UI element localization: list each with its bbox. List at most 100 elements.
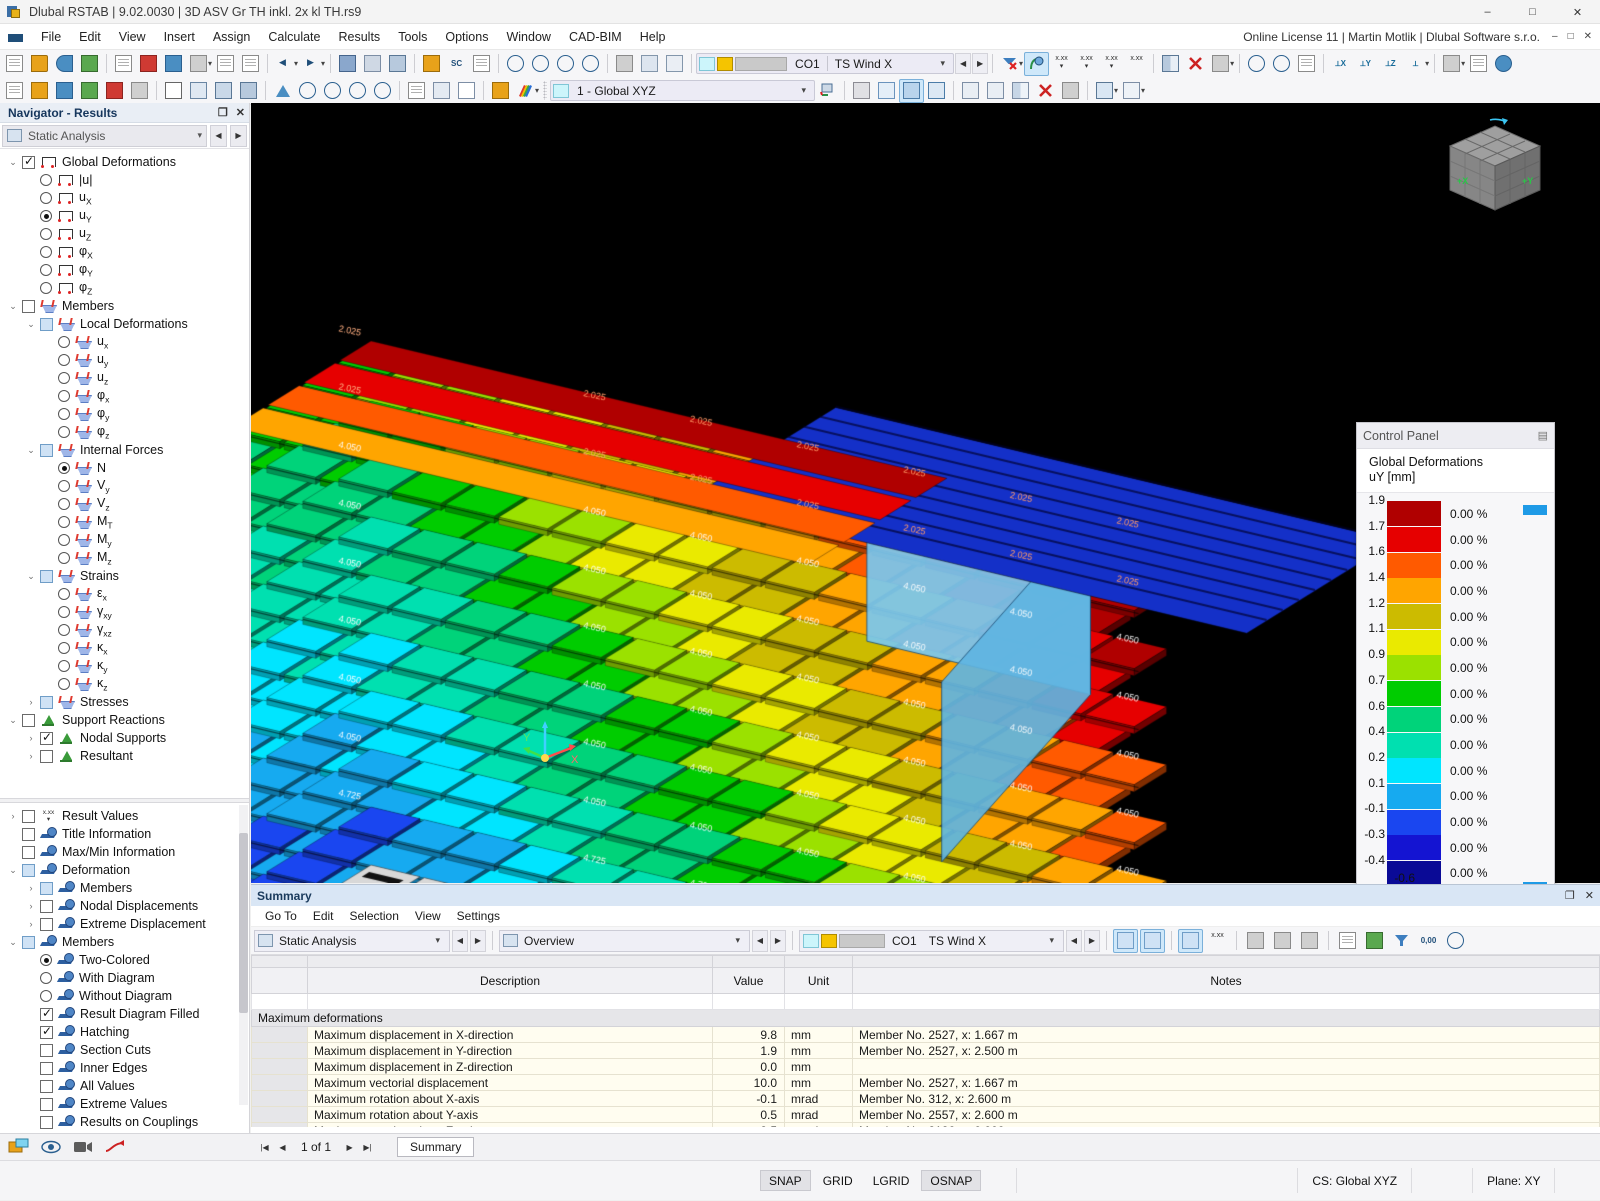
maximize-button[interactable]: □: [1510, 0, 1555, 24]
tree-item-x[interactable]: φx: [0, 387, 249, 405]
legend-row[interactable]: 0.2 0.00 %: [1368, 750, 1507, 784]
chevron-right-icon[interactable]: ›: [22, 751, 40, 761]
navigator-tree-display[interactable]: › x.xx ▾ Result Values Title Information Max/…: [0, 803, 249, 1131]
legend-color-swatch[interactable]: [1387, 604, 1441, 630]
radio-button[interactable]: [40, 174, 52, 186]
open-file-icon[interactable]: [27, 52, 52, 76]
summary-values-icon[interactable]: x.xx: [1205, 929, 1230, 953]
checkbox[interactable]: [40, 1061, 53, 1075]
display-item-with-diagram[interactable]: With Diagram: [0, 969, 249, 987]
menu-assign[interactable]: Assign: [204, 26, 260, 48]
control-panel-pin-icon[interactable]: ▤: [1538, 429, 1548, 442]
solid-view-icon[interactable]: [385, 52, 410, 76]
radio-button[interactable]: [40, 210, 52, 222]
radio-button[interactable]: [58, 642, 70, 654]
menu-options[interactable]: Options: [436, 26, 497, 48]
rotate-icon[interactable]: [983, 79, 1008, 103]
tree-item-local-deformations[interactable]: ⌄ Local Deformations: [0, 315, 249, 333]
summary-filter2-icon[interactable]: [1389, 929, 1414, 953]
summary-view-prev-button[interactable]: ◀: [752, 929, 768, 952]
visibility-icon[interactable]: [612, 52, 637, 76]
display-item-max-min-information[interactable]: Max/Min Information: [0, 843, 249, 861]
legend-row[interactable]: 0.4 0.00 %: [1368, 724, 1507, 758]
animation-icon[interactable]: [69, 1136, 97, 1158]
checkbox[interactable]: [22, 299, 35, 313]
load-case-next-button[interactable]: ▶: [972, 53, 989, 74]
navigator-scrollbar[interactable]: [239, 805, 248, 1105]
radio-button[interactable]: [58, 336, 70, 348]
work-plane-icon[interactable]: [849, 79, 874, 103]
radio-button[interactable]: [58, 678, 70, 690]
menu-help[interactable]: Help: [631, 26, 675, 48]
legend-row[interactable]: 0.7 0.00 %: [1368, 673, 1507, 707]
display-item-hatching[interactable]: Hatching: [0, 1023, 249, 1041]
mirror-icon[interactable]: [1158, 52, 1183, 76]
load-combination-icon[interactable]: [127, 79, 152, 103]
orbit-icon[interactable]: [345, 79, 370, 103]
tree-item-x[interactable]: εx: [0, 585, 249, 603]
legend-row[interactable]: 0.1 0.00 %: [1368, 776, 1507, 810]
menu-results[interactable]: Results: [330, 26, 390, 48]
display-item-title-information[interactable]: Title Information: [0, 825, 249, 843]
color-scale-icon[interactable]: [513, 79, 538, 103]
checkbox[interactable]: [40, 317, 53, 331]
table-row[interactable]: Maximum displacement in Z-direction 0.0 mm: [251, 1058, 1600, 1075]
col-header-description[interactable]: Description: [307, 967, 713, 994]
chevron-right-icon[interactable]: ›: [22, 919, 40, 929]
chevron-right-icon[interactable]: ›: [22, 901, 40, 911]
chevron-down-icon[interactable]: ⌄: [4, 301, 22, 312]
summary-load-case-prev-button[interactable]: ◀: [1066, 929, 1082, 952]
summary-load-case-next-button[interactable]: ▶: [1084, 929, 1100, 952]
status-osnap-toggle[interactable]: OSNAP: [921, 1170, 982, 1191]
tree-item-x[interactable]: κx: [0, 639, 249, 657]
tree-item-uz[interactable]: uZ: [0, 225, 249, 243]
legend-color-swatch[interactable]: [1387, 527, 1441, 553]
summary-analysis-combo[interactable]: Static Analysis ▾: [254, 929, 450, 952]
node-icon[interactable]: [161, 79, 186, 103]
legend-row[interactable]: 1.1 0.00 %: [1368, 621, 1507, 655]
show-results-icon[interactable]: [1024, 51, 1050, 76]
checkbox[interactable]: [40, 1006, 53, 1021]
tree-item-members[interactable]: ⌄ Members: [0, 297, 249, 315]
new-file-icon[interactable]: [2, 52, 27, 76]
menu-cad-bim[interactable]: CAD-BIM: [560, 26, 631, 48]
doc-maximize-button[interactable]: □: [1564, 29, 1578, 44]
tree-item-uy[interactable]: uy: [0, 351, 249, 369]
legend-color-swatch[interactable]: [1387, 655, 1441, 681]
summary-analysis-next-button[interactable]: ▶: [470, 929, 486, 952]
coordinate-system-chevron-down-icon[interactable]: ▾: [795, 85, 812, 96]
display-item-members[interactable]: ⌄ Members: [0, 933, 249, 951]
tree-item-z[interactable]: φZ: [0, 279, 249, 297]
summary-load-case-combo[interactable]: CO1 TS Wind X ▾: [799, 929, 1064, 952]
summary-view-combo[interactable]: Overview ▾: [499, 929, 750, 952]
tree-item-z[interactable]: κz: [0, 675, 249, 693]
checkbox[interactable]: [40, 695, 53, 709]
radio-button[interactable]: [40, 228, 52, 240]
plane-free-icon[interactable]: [924, 79, 949, 103]
navigator-restore-button[interactable]: ❐: [218, 106, 228, 119]
checkbox[interactable]: [40, 1079, 53, 1093]
legend-row[interactable]: 1.2 0.00 %: [1368, 596, 1507, 630]
view-iso-icon[interactable]: ⟂: [1403, 52, 1428, 76]
legend-color-swatch[interactable]: [1387, 835, 1441, 861]
summary-load-case-chevron-down-icon[interactable]: ▾: [1043, 935, 1060, 946]
navigator-tree-results[interactable]: ⌄ Global Deformations |u| uXuYuZφXφYφZ ⌄ Memb…: [0, 149, 249, 798]
menu-view[interactable]: View: [110, 26, 155, 48]
display-item-nodal-displacements[interactable]: › Nodal Displacements: [0, 897, 249, 915]
display-item-members[interactable]: › Members: [0, 879, 249, 897]
legend-row[interactable]: 1.7 0.00 %: [1368, 519, 1507, 553]
radio-button[interactable]: [58, 588, 70, 600]
surface-icon[interactable]: [236, 79, 261, 103]
tables-icon[interactable]: [238, 52, 263, 76]
summary-filter-icon[interactable]: [1178, 928, 1203, 953]
chevron-right-icon[interactable]: ›: [4, 811, 22, 821]
checkbox[interactable]: [22, 713, 35, 727]
radio-button[interactable]: [58, 408, 70, 420]
summary-restore-button[interactable]: ❐: [1565, 889, 1575, 902]
delete-object-icon[interactable]: [1033, 79, 1058, 103]
tree-item-y[interactable]: φy: [0, 405, 249, 423]
radio-button[interactable]: [40, 282, 52, 294]
checkbox[interactable]: [40, 1043, 53, 1057]
chevron-right-icon[interactable]: ›: [22, 697, 40, 707]
help-toolbar-icon[interactable]: [1491, 52, 1516, 76]
